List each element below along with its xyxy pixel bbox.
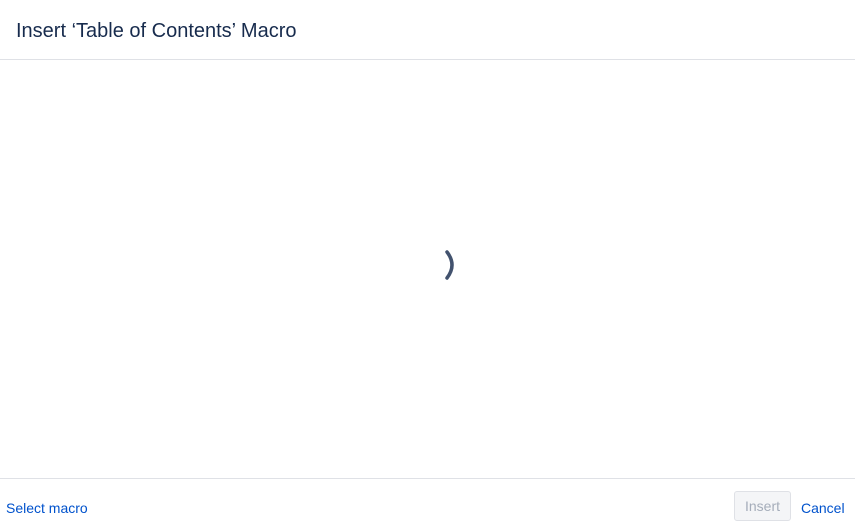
- insert-macro-dialog: Insert ‘Table of Contents’ Macro Select …: [0, 0, 855, 527]
- dialog-footer: Select macro Insert Cancel: [0, 478, 855, 527]
- dialog-header: Insert ‘Table of Contents’ Macro: [0, 0, 855, 60]
- cancel-link[interactable]: Cancel: [801, 500, 845, 516]
- insert-button[interactable]: Insert: [734, 491, 791, 521]
- select-macro-link[interactable]: Select macro: [6, 500, 88, 516]
- loading-spinner-icon: [445, 250, 454, 280]
- dialog-body: [0, 60, 855, 478]
- dialog-title: Insert ‘Table of Contents’ Macro: [16, 20, 297, 42]
